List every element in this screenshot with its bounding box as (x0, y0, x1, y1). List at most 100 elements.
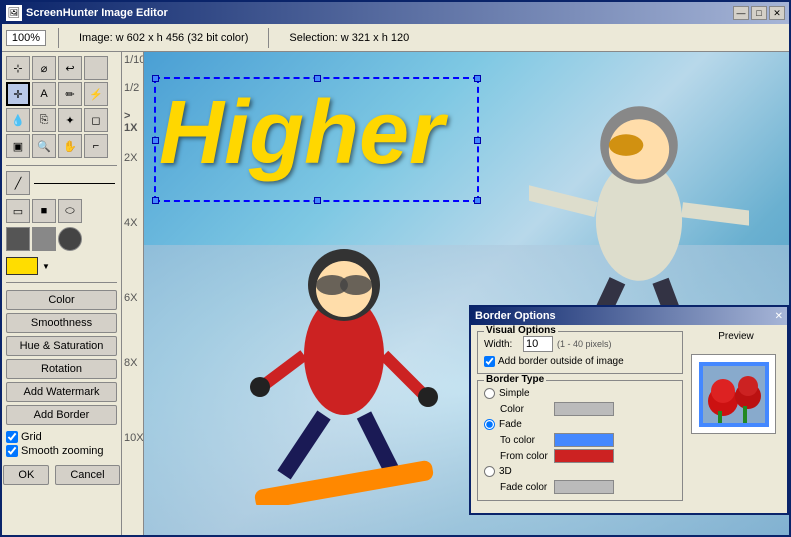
magic-tool[interactable]: ✦ (58, 108, 82, 132)
simple-color-bar[interactable] (554, 402, 614, 416)
pen-tool[interactable]: ✏ (58, 82, 82, 106)
color-dropdown-arrow[interactable]: ▼ (42, 262, 50, 271)
handle-br[interactable] (474, 197, 481, 204)
rect-fill-tool[interactable]: ■ (32, 199, 56, 223)
add-border-label: Add border outside of image (498, 356, 624, 367)
handle-tl[interactable] (152, 75, 159, 82)
fade-color-label: Fade color (500, 482, 550, 493)
simple-radio[interactable] (484, 388, 495, 399)
checkbox-group: Grid Smooth zooming (6, 431, 117, 457)
zoom-marker-1/10: 1/10 (124, 54, 144, 66)
rotation-button[interactable]: Rotation (6, 359, 117, 379)
grid-checkbox[interactable] (6, 431, 18, 443)
lasso-tool[interactable]: ⌀ (32, 56, 56, 80)
tools-grid: ⊹ ⌀ ↩ ✛ A ✏ ⚡ 💧 ⎘ ✦ ◻ ▣ 🔍 ✋ ⌐ (6, 56, 117, 158)
add-border-outside-checkbox[interactable] (484, 356, 495, 367)
zoom-marker-6x: 6X (124, 292, 137, 304)
separator (268, 28, 269, 48)
ok-button[interactable]: OK (3, 465, 49, 485)
handle-tm[interactable] (314, 75, 321, 82)
fade-color-bar[interactable] (554, 480, 614, 494)
gray-rect-tool[interactable] (32, 227, 56, 251)
zoom-marker-1x: > 1X (124, 110, 143, 134)
smoothness-button[interactable]: Smoothness (6, 313, 117, 333)
to-color-label: To color (500, 435, 550, 446)
shape-tools: ▭ ■ ⬭ (6, 199, 117, 223)
visual-options-label: Visual Options (484, 325, 558, 336)
width-input[interactable] (523, 336, 553, 352)
move-tool[interactable]: ✛ (6, 82, 30, 106)
dialog-close-button[interactable]: ✕ (775, 311, 783, 322)
zoom-marker-8x: 8X (124, 357, 137, 369)
zoom-level[interactable]: 100% (6, 30, 46, 46)
color-button[interactable]: Color (6, 290, 117, 310)
hue-saturation-button[interactable]: Hue & Saturation (6, 336, 117, 356)
minimize-button[interactable]: — (733, 6, 749, 20)
border-options-dialog: Border Options ✕ Visual Options Width: (… (469, 305, 789, 515)
canvas-area[interactable]: Higher Border Options ✕ (144, 52, 789, 535)
simple-label: Simple (499, 388, 530, 399)
zoom-marker-1/2: 1/2 (124, 82, 139, 94)
separator (6, 165, 117, 166)
add-border-button[interactable]: Add Border (6, 405, 117, 425)
dialog-body: Visual Options Width: (1 - 40 pixels) Ad… (471, 325, 787, 513)
redo-tool[interactable] (84, 56, 108, 80)
simple-radio-row: Simple (484, 388, 676, 399)
text-tool[interactable]: A (32, 82, 56, 106)
crop-tool[interactable]: ⌐ (84, 134, 108, 158)
smooth-zooming-checkbox[interactable] (6, 445, 18, 457)
dark-ellipse-tool[interactable] (58, 227, 82, 251)
to-color-bar[interactable] (554, 433, 614, 447)
from-color-row: From color (500, 449, 676, 463)
handle-bl[interactable] (152, 197, 159, 204)
color-swatch[interactable] (6, 257, 38, 275)
smooth-zooming-checkbox-item: Smooth zooming (6, 445, 117, 457)
fade-color-row: Fade color (500, 480, 676, 494)
3d-radio[interactable] (484, 466, 495, 477)
handle-ml[interactable] (152, 137, 159, 144)
handle-bm[interactable] (314, 197, 321, 204)
image-info: Image: w 602 x h 456 (32 bit color) (71, 30, 256, 46)
border-type-group: Border Type Simple Color (477, 380, 683, 501)
visual-options-group: Visual Options Width: (1 - 40 pixels) Ad… (477, 331, 683, 374)
line-tools: ╱ (6, 171, 117, 195)
border-type-label: Border Type (484, 374, 546, 385)
fill-tool[interactable]: ▣ (6, 134, 30, 158)
from-color-bar[interactable] (554, 449, 614, 463)
color-label: Color (500, 404, 550, 415)
left-toolbar: ⊹ ⌀ ↩ ✛ A ✏ ⚡ 💧 ⎘ ✦ ◻ ▣ 🔍 ✋ ⌐ ╱ (2, 52, 122, 535)
add-watermark-button[interactable]: Add Watermark (6, 382, 117, 402)
line-tool-btn[interactable]: ╱ (6, 171, 30, 195)
rect-outline-tool[interactable]: ▭ (6, 199, 30, 223)
add-border-checkbox-row: Add border outside of image (484, 356, 676, 367)
color-swatch-row: ▼ (6, 257, 117, 275)
dark-rect-tool[interactable] (6, 227, 30, 251)
simple-color-row: Color (500, 402, 676, 416)
fade-radio[interactable] (484, 419, 495, 430)
app-icon: 🖼 (6, 5, 22, 21)
sidebar-buttons: Color Smoothness Hue & Saturation Rotati… (6, 290, 117, 425)
clone-tool[interactable]: ⎘ (32, 108, 56, 132)
eraser-tool[interactable]: ◻ (84, 108, 108, 132)
maximize-button[interactable]: □ (751, 6, 767, 20)
wand-tool[interactable]: ⚡ (84, 82, 108, 106)
fade-radio-row: Fade (484, 419, 676, 430)
handle-mr[interactable] (474, 137, 481, 144)
from-color-label: From color (500, 451, 550, 462)
window-controls: — □ ✕ (733, 6, 785, 20)
ellipse-tool[interactable]: ⬭ (58, 199, 82, 223)
handle-tr[interactable] (474, 75, 481, 82)
cancel-button[interactable]: Cancel (55, 465, 119, 485)
zoom-tool[interactable]: 🔍 (32, 134, 56, 158)
separator (6, 282, 117, 283)
select-tool[interactable]: ⊹ (6, 56, 30, 80)
eyedropper-tool[interactable]: 💧 (6, 108, 30, 132)
selection-info: Selection: w 321 x h 120 (281, 30, 417, 46)
undo-tool[interactable]: ↩ (58, 56, 82, 80)
close-button[interactable]: ✕ (769, 6, 785, 20)
grid-label: Grid (21, 431, 42, 443)
selection-box[interactable] (154, 77, 479, 202)
hand-tool[interactable]: ✋ (58, 134, 82, 158)
shape-tools-2 (6, 227, 117, 251)
titlebar: 🖼 ScreenHunter Image Editor — □ ✕ (2, 2, 789, 24)
